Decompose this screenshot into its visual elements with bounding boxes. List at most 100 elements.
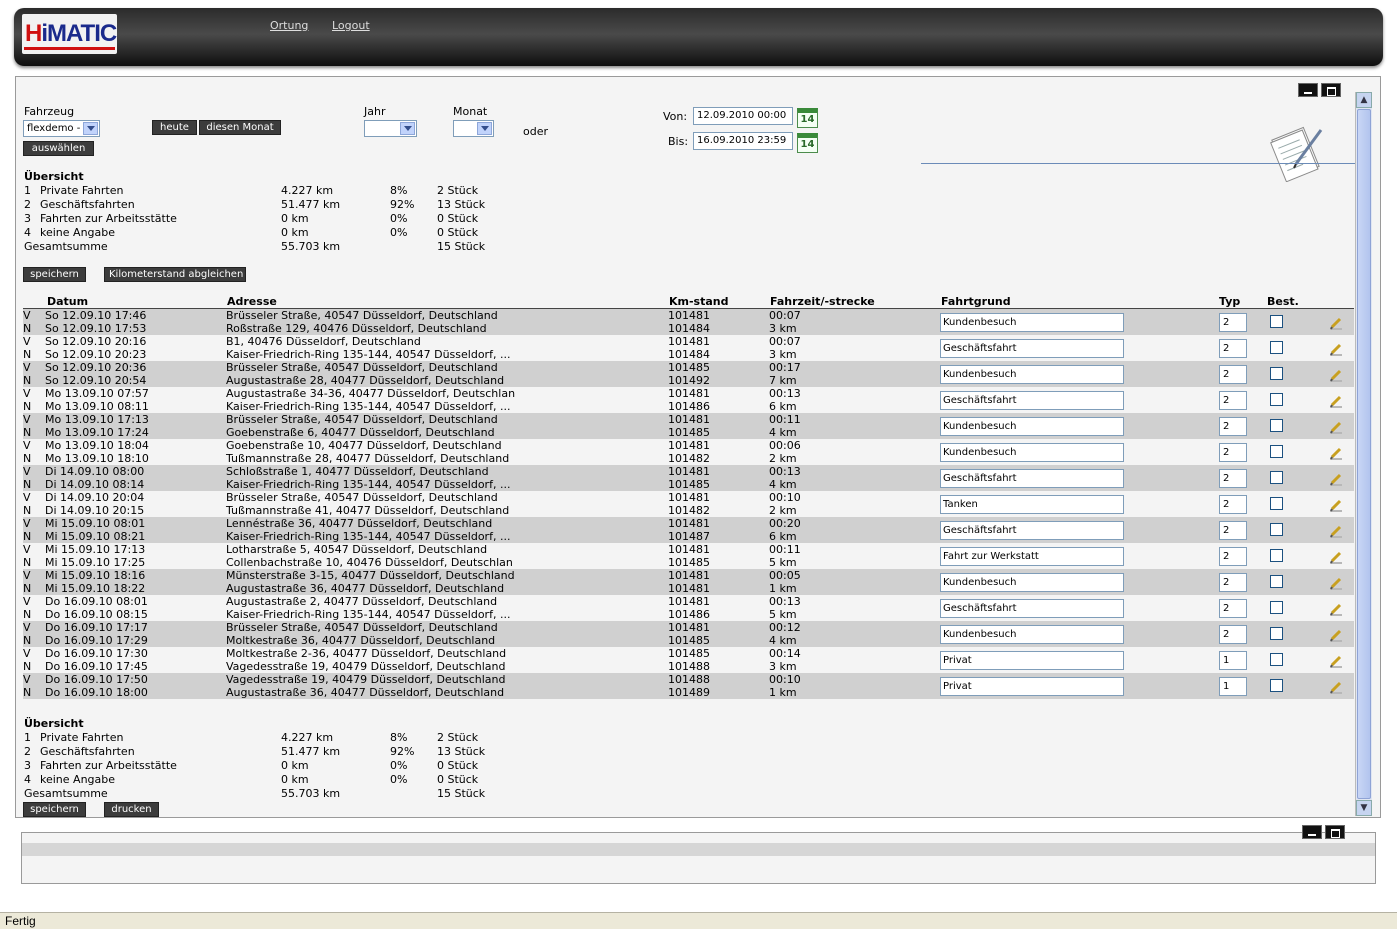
fahrtgrund-input[interactable]: Kundenbesuch xyxy=(940,313,1124,332)
typ-input[interactable]: 1 xyxy=(1219,651,1247,670)
typ-input[interactable]: 2 xyxy=(1219,495,1247,514)
edit-pencil-icon[interactable] xyxy=(1329,395,1343,409)
diesen-monat-button[interactable]: diesen Monat xyxy=(199,120,281,135)
edit-pencil-icon[interactable] xyxy=(1329,551,1343,565)
col-fahrzeit[interactable]: Fahrzeit/-strecke xyxy=(770,295,875,308)
bestaetigt-checkbox[interactable] xyxy=(1270,653,1283,666)
edit-pencil-icon[interactable] xyxy=(1329,317,1343,331)
fahrtgrund-input[interactable]: Kundenbesuch xyxy=(940,443,1124,462)
edit-pencil-icon[interactable] xyxy=(1329,473,1343,487)
edit-pencil-icon[interactable] xyxy=(1329,343,1343,357)
overview-total-row: Gesamtsumme 55.703 km 15 Stück xyxy=(24,787,504,801)
speichern-button-bottom[interactable]: speichern xyxy=(23,802,86,817)
typ-input[interactable]: 2 xyxy=(1219,469,1247,488)
trip-flag: V xyxy=(23,439,31,452)
fahrtgrund-input[interactable]: Geschäftsfahrt xyxy=(940,469,1124,488)
bestaetigt-checkbox[interactable] xyxy=(1270,393,1283,406)
bestaetigt-checkbox[interactable] xyxy=(1270,471,1283,484)
col-best[interactable]: Best. xyxy=(1267,295,1299,308)
bestaetigt-checkbox[interactable] xyxy=(1270,367,1283,380)
edit-pencil-icon[interactable] xyxy=(1329,369,1343,383)
fahrtgrund-input[interactable]: Fahrt zur Werkstatt xyxy=(940,547,1124,566)
calendar-bis-icon[interactable]: 14 xyxy=(797,133,818,153)
edit-pencil-icon[interactable] xyxy=(1329,421,1343,435)
bestaetigt-checkbox[interactable] xyxy=(1270,575,1283,588)
typ-input[interactable]: 2 xyxy=(1219,417,1247,436)
minimize-icon[interactable] xyxy=(1298,83,1318,97)
fahrtgrund-input[interactable]: Kundenbesuch xyxy=(940,365,1124,384)
typ-input[interactable]: 2 xyxy=(1219,573,1247,592)
col-kmstand[interactable]: Km-stand xyxy=(669,295,729,308)
fahrtgrund-input[interactable]: Kundenbesuch xyxy=(940,573,1124,592)
edit-pencil-icon[interactable] xyxy=(1329,577,1343,591)
bestaetigt-checkbox[interactable] xyxy=(1270,523,1283,536)
edit-pencil-icon[interactable] xyxy=(1329,447,1343,461)
bestaetigt-checkbox[interactable] xyxy=(1270,419,1283,432)
bestaetigt-checkbox[interactable] xyxy=(1270,497,1283,510)
bestaetigt-checkbox[interactable] xyxy=(1270,601,1283,614)
trip-date: Do 16.09.10 08:01 xyxy=(45,595,148,608)
edit-pencil-icon[interactable] xyxy=(1329,629,1343,643)
bestaetigt-checkbox[interactable] xyxy=(1270,627,1283,640)
calendar-von-icon[interactable]: 14 xyxy=(797,108,818,128)
typ-input[interactable]: 2 xyxy=(1219,521,1247,540)
fahrtgrund-input[interactable]: Kundenbesuch xyxy=(940,625,1124,644)
fahrtgrund-input[interactable]: Privat xyxy=(940,677,1124,696)
fahrtgrund-input[interactable]: Privat xyxy=(940,651,1124,670)
fahrtgrund-input[interactable]: Geschäftsfahrt xyxy=(940,599,1124,618)
fahrtgrund-input[interactable]: Geschäftsfahrt xyxy=(940,339,1124,358)
himatic-logo[interactable]: HiMATIC xyxy=(22,14,117,54)
heute-button[interactable]: heute xyxy=(152,120,197,135)
kilometerstand-abgleichen-button[interactable]: Kilometerstand abgleichen xyxy=(104,267,246,282)
fahrtgrund-input[interactable]: Tanken xyxy=(940,495,1124,514)
typ-input[interactable]: 2 xyxy=(1219,547,1247,566)
speichern-button-top[interactable]: speichern xyxy=(23,267,86,282)
auswaehlen-button[interactable]: auswählen xyxy=(23,141,94,156)
edit-pencil-icon[interactable] xyxy=(1329,603,1343,617)
bestaetigt-checkbox[interactable] xyxy=(1270,549,1283,562)
minimize-icon[interactable] xyxy=(1302,825,1322,839)
trip-addr: Moltkestraße 36, 40477 Düsseldorf, Deuts… xyxy=(226,634,496,647)
scroll-up-icon[interactable]: ▲ xyxy=(1356,92,1372,108)
bestaetigt-checkbox[interactable] xyxy=(1270,445,1283,458)
scroll-down-icon[interactable]: ▼ xyxy=(1356,800,1372,816)
edit-pencil-icon[interactable] xyxy=(1329,655,1343,669)
col-fahrtgrund[interactable]: Fahrtgrund xyxy=(941,295,1011,308)
typ-input[interactable]: 1 xyxy=(1219,677,1247,696)
oder-label: oder xyxy=(523,125,549,138)
edit-pencil-icon[interactable] xyxy=(1329,499,1343,513)
col-typ[interactable]: Typ xyxy=(1219,295,1240,308)
typ-input[interactable]: 2 xyxy=(1219,365,1247,384)
drucken-button[interactable]: drucken xyxy=(104,802,159,817)
bestaetigt-checkbox[interactable] xyxy=(1270,315,1283,328)
typ-input[interactable]: 2 xyxy=(1219,599,1247,618)
col-adresse[interactable]: Adresse xyxy=(227,295,277,308)
bestaetigt-checkbox[interactable] xyxy=(1270,341,1283,354)
jahr-select[interactable] xyxy=(364,120,417,137)
maximize-icon[interactable] xyxy=(1321,83,1341,97)
typ-input[interactable]: 2 xyxy=(1219,339,1247,358)
trip-end-row: N Mi 15.09.10 18:22 Augustastraße 36, 4047… xyxy=(23,582,1354,595)
edit-pencil-icon[interactable] xyxy=(1329,681,1343,695)
overview-pct: 0% xyxy=(390,226,408,239)
typ-input[interactable]: 2 xyxy=(1219,313,1247,332)
fahrtgrund-input[interactable]: Kundenbesuch xyxy=(940,417,1124,436)
typ-input[interactable]: 2 xyxy=(1219,391,1247,410)
fahrzeug-select[interactable]: flexdemo - xyxy=(23,120,100,137)
bestaetigt-checkbox[interactable] xyxy=(1270,679,1283,692)
edit-pencil-icon[interactable] xyxy=(1329,525,1343,539)
fahrtgrund-input[interactable]: Geschäftsfahrt xyxy=(940,391,1124,410)
von-datetime-input[interactable]: 12.09.2010 00:00 xyxy=(693,107,793,125)
col-datum[interactable]: Datum xyxy=(47,295,88,308)
nav-link-ortung[interactable]: Ortung xyxy=(270,19,308,32)
vertical-scrollbar[interactable]: ▲ ▼ xyxy=(1355,92,1372,816)
maximize-icon[interactable] xyxy=(1325,825,1345,839)
bis-datetime-input[interactable]: 16.09.2010 23:59 xyxy=(693,132,793,150)
scroll-thumb[interactable] xyxy=(1357,109,1371,799)
fahrtgrund-input[interactable]: Geschäftsfahrt xyxy=(940,521,1124,540)
monat-select[interactable] xyxy=(453,120,494,137)
nav-link-logout[interactable]: Logout xyxy=(332,19,370,32)
typ-input[interactable]: 2 xyxy=(1219,443,1247,462)
trip-end-row: N Di 14.09.10 08:14 Kaiser-Friedrich-Ring … xyxy=(23,478,1354,491)
typ-input[interactable]: 2 xyxy=(1219,625,1247,644)
